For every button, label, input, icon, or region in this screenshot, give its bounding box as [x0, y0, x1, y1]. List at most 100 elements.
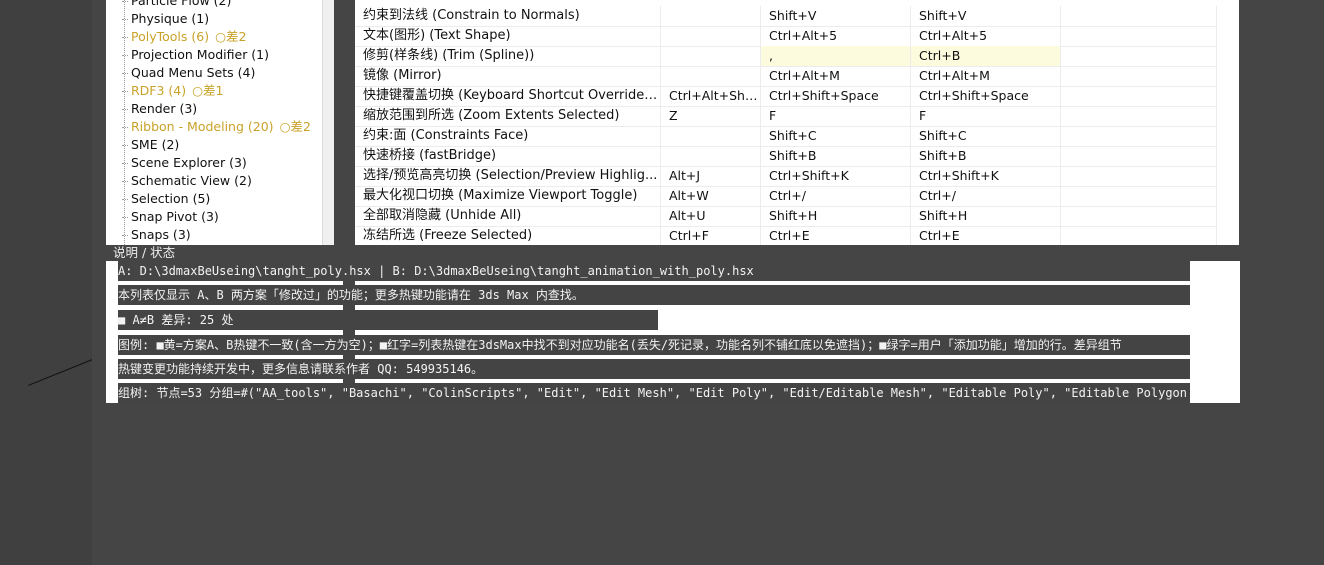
- diff-count: ■ A≠B 差异: 25 处: [118, 310, 658, 330]
- tree-item[interactable]: Projection Modifier (1): [122, 46, 269, 64]
- cell-empty: [1061, 6, 1217, 26]
- cell-empty: [1061, 226, 1217, 245]
- files-line: A: D:\3dmaxBeUseing\tanght_poly.hsx | B:…: [118, 261, 1190, 281]
- tree-item[interactable]: PolyTools (6) ○差2: [122, 28, 247, 46]
- tree-item[interactable]: Render (3): [122, 100, 198, 118]
- cell-empty: [1061, 146, 1217, 166]
- cell-name: 全部取消隐藏 (Unhide All): [355, 206, 661, 226]
- cell-a: Shift+V: [761, 6, 911, 26]
- tree-connector: [122, 235, 128, 236]
- info-overlay-margin: [106, 261, 118, 403]
- cell-extra: [661, 66, 761, 86]
- tree-item[interactable]: Selection (5): [122, 190, 211, 208]
- tree-item-label: Render (3): [131, 101, 198, 116]
- cell-a: Shift+H: [761, 206, 911, 226]
- cell-a: Ctrl+/: [761, 186, 911, 206]
- tree-item[interactable]: Snaps (3): [122, 226, 191, 244]
- cell-name: 快速桥接 (fastBridge): [355, 146, 661, 166]
- tree-item[interactable]: Ribbon - Modeling (20) ○差2: [122, 118, 311, 136]
- cell-empty: [1061, 106, 1217, 126]
- cell-a: Ctrl+Alt+5: [761, 26, 911, 46]
- tree-connector: [122, 181, 128, 182]
- cell-empty: [1061, 86, 1217, 106]
- cell-extra: Ctrl+Alt+Shif...: [661, 86, 761, 106]
- table-scroll-area[interactable]: [1217, 0, 1239, 245]
- tree-item[interactable]: Schematic View (2): [122, 172, 252, 190]
- cell-b: Shift+V: [911, 6, 1061, 26]
- tree-item[interactable]: Particle Flow (2): [122, 0, 232, 10]
- cell-extra: Alt+U: [661, 206, 761, 226]
- contact-text: 热键变更功能持续开发中，更多信息请联系作者 QQ: 549935146。: [118, 359, 1190, 379]
- cell-name: 快捷键覆盖切换 (Keyboard Shortcut Override T...: [355, 86, 661, 106]
- cell-empty: [1061, 26, 1217, 46]
- table-row[interactable]: 文本(图形) (Text Shape) Ctrl+Alt+5 Ctrl+Alt+5: [355, 26, 1217, 47]
- cell-b: Ctrl+Shift+Space: [911, 86, 1061, 106]
- cell-b: Shift+B: [911, 146, 1061, 166]
- cell-name: 文本(图形) (Text Shape): [355, 26, 661, 46]
- tree-connector: [122, 127, 128, 128]
- diff-badge: ○差1: [192, 83, 224, 98]
- table-row[interactable]: 最大化视口切换 (Maximize Viewport Toggle) Alt+W C…: [355, 186, 1217, 207]
- cell-b: Ctrl+B: [911, 46, 1061, 66]
- tree-item[interactable]: RDF3 (4) ○差1: [122, 82, 224, 100]
- cell-a: Ctrl+Shift+Space: [761, 86, 911, 106]
- cell-extra: [661, 6, 761, 26]
- cell-empty: [1061, 66, 1217, 86]
- tree-connector: [122, 37, 128, 38]
- diff-badge: ○差2: [279, 119, 311, 134]
- tree-connector: [122, 199, 128, 200]
- cell-a: Ctrl+Alt+M: [761, 66, 911, 86]
- cell-extra: [661, 46, 761, 66]
- tree-item-label: Particle Flow (2): [131, 0, 232, 8]
- cell-extra: Ctrl+F: [661, 226, 761, 245]
- table-row[interactable]: 快捷键覆盖切换 (Keyboard Shortcut Override T...…: [355, 86, 1217, 107]
- cell-name: 选择/预览高亮切换 (Selection/Preview Highlig...: [355, 166, 661, 186]
- tree-connector: [122, 1, 128, 2]
- tree-item[interactable]: Quad Menu Sets (4): [122, 64, 255, 82]
- cell-b: F: [911, 106, 1061, 126]
- group-summary: 组树: 节点=53 分组=#("AA_tools", "Basachi", "C…: [118, 383, 1190, 403]
- table-row[interactable]: 修剪(样条线) (Trim (Spline)), Ctrl+B: [355, 46, 1217, 67]
- tree-item-label: Schematic View (2): [131, 173, 252, 188]
- cell-extra: Alt+J: [661, 166, 761, 186]
- tree-connector: [122, 217, 128, 218]
- tree-scrollbar[interactable]: [322, 0, 334, 245]
- viewport-background: [0, 0, 92, 565]
- table-row[interactable]: 缩放范围到所选 (Zoom Extents Selected) Z F F: [355, 106, 1217, 127]
- table-row[interactable]: 镜像 (Mirror) Ctrl+Alt+M Ctrl+Alt+M: [355, 66, 1217, 87]
- tree-item-label: Snap Pivot (3): [131, 209, 219, 224]
- hotkey-table[interactable]: 约束到法线 (Constrain to Normals) Shift+V Shift…: [355, 0, 1217, 245]
- table-row[interactable]: 约束到法线 (Constrain to Normals) Shift+V Shift…: [355, 6, 1217, 27]
- tree-item[interactable]: Scene Explorer (3): [122, 154, 247, 172]
- tree-item-label: SME (2): [131, 137, 180, 152]
- cell-b: Ctrl+Alt+M: [911, 66, 1061, 86]
- cell-extra: [661, 26, 761, 46]
- table-row[interactable]: 冻结所选 (Freeze Selected) Ctrl+F Ctrl+E Ctrl+E: [355, 226, 1217, 245]
- cell-b: Ctrl+Shift+K: [911, 166, 1061, 186]
- legend-text: 图例: ■黄=方案A、B热键不一致(含一方为空)；■红字=列表热键在3dsMax…: [118, 335, 1190, 355]
- cell-extra: [661, 126, 761, 146]
- cell-empty: [1061, 206, 1217, 226]
- cell-empty: [1061, 126, 1217, 146]
- tree-connector: [122, 19, 128, 20]
- group-tree[interactable]: Particle Flow (2) Physique (1) PolyTools (…: [106, 0, 333, 245]
- tree-item-label: Scene Explorer (3): [131, 155, 247, 170]
- cell-a: Shift+B: [761, 146, 911, 166]
- cell-name: 修剪(样条线) (Trim (Spline)): [355, 46, 661, 66]
- table-row[interactable]: 全部取消隐藏 (Unhide All) Alt+U Shift+H Shift+H: [355, 206, 1217, 227]
- tree-item[interactable]: Physique (1): [122, 10, 209, 28]
- tree-item[interactable]: SME (2): [122, 136, 180, 154]
- diff-badge: ○差2: [215, 29, 247, 44]
- table-row[interactable]: 约束:面 (Constraints Face) Shift+C Shift+C: [355, 126, 1217, 147]
- table-row[interactable]: 快速桥接 (fastBridge) Shift+B Shift+B: [355, 146, 1217, 167]
- table-row[interactable]: 选择/预览高亮切换 (Selection/Preview Highlig... A…: [355, 166, 1217, 187]
- cell-name: 冻结所选 (Freeze Selected): [355, 226, 661, 245]
- cell-name: 镜像 (Mirror): [355, 66, 661, 86]
- cell-extra: [661, 146, 761, 166]
- cell-a: ,: [761, 46, 911, 66]
- cell-b: Shift+H: [911, 206, 1061, 226]
- tree-item[interactable]: Snap Pivot (3): [122, 208, 219, 226]
- cell-name: 缩放范围到所选 (Zoom Extents Selected): [355, 106, 661, 126]
- tree-item-label: Selection (5): [131, 191, 211, 206]
- cell-empty: [1061, 166, 1217, 186]
